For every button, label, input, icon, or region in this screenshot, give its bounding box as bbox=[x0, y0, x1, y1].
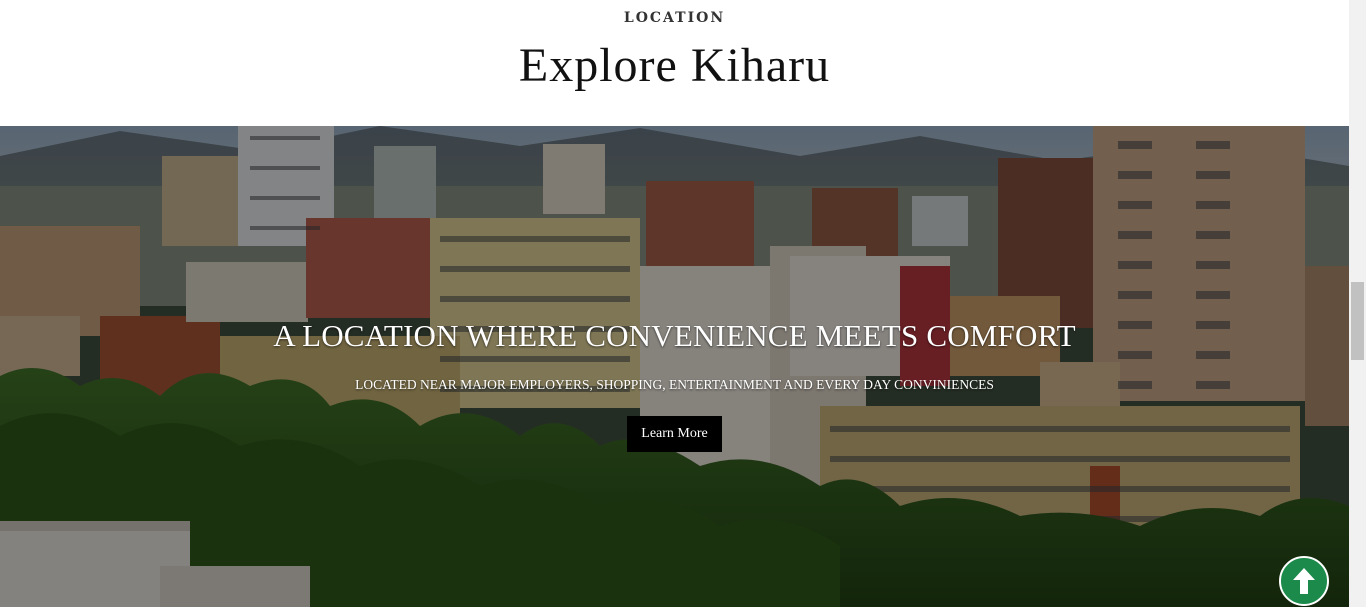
arrow-up-icon bbox=[1293, 568, 1315, 594]
hero-overlay bbox=[0, 126, 1349, 607]
hero-banner: A LOCATION WHERE CONVENIENCE MEETS COMFO… bbox=[0, 126, 1349, 607]
hero-subheading: LOCATED NEAR MAJOR EMPLOYERS, SHOPPING, … bbox=[355, 377, 994, 392]
section-eyebrow: LOCATION bbox=[623, 10, 726, 26]
hero-heading: A LOCATION WHERE CONVENIENCE MEETS COMFO… bbox=[273, 318, 1076, 353]
section-header: LOCATION Explore Kiharu bbox=[0, 0, 1349, 126]
back-to-top-button[interactable] bbox=[1279, 556, 1329, 606]
learn-more-button[interactable]: Learn More bbox=[627, 416, 722, 452]
scrollbar-thumb[interactable] bbox=[1351, 282, 1364, 360]
page: LOCATION Explore Kiharu A LOCATION WHERE… bbox=[0, 0, 1366, 607]
page-title: Explore Kiharu bbox=[518, 39, 831, 92]
